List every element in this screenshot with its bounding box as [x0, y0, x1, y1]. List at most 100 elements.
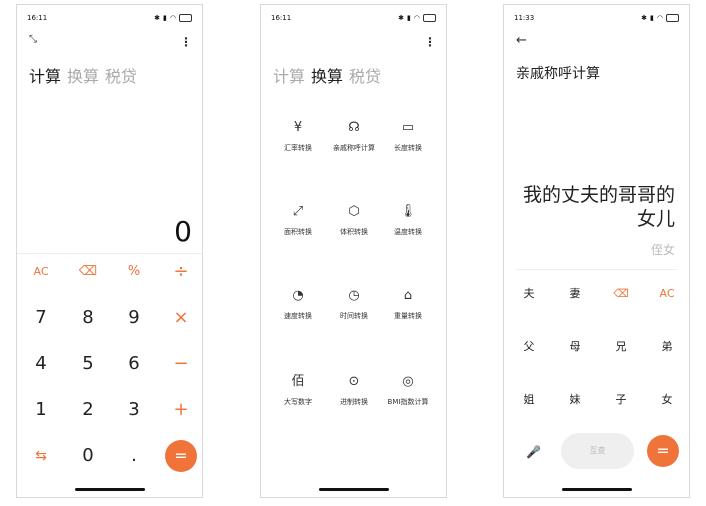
relation-result: 侄女: [650, 243, 675, 257]
expression-line-1: 我的丈夫的哥哥的: [522, 184, 675, 206]
calculator-screen: 16:11 ✱ ▮ ◠ b ⤡ ⋮ 计算 换算 税贷 0 AC ⌫ % ÷ 7 …: [16, 4, 203, 498]
wifi-icon: ◠: [656, 14, 663, 22]
converter-label: 重量转换: [394, 312, 422, 320]
weight-icon: ⌂: [403, 288, 413, 303]
scale-icon: ◎: [402, 374, 414, 389]
switch-mode-button[interactable]: ⇆: [21, 441, 61, 471]
converter-label: 面积转换: [284, 228, 312, 236]
wifi-icon: ◠: [413, 14, 420, 22]
equals-button[interactable]: =: [647, 435, 679, 467]
digit-7-button[interactable]: 7: [21, 303, 61, 333]
converter-label: 汇率转换: [284, 144, 312, 152]
page-title: 亲戚称呼计算: [516, 66, 600, 82]
time-converter[interactable]: ◷ 时间转换: [324, 287, 384, 321]
backspace-button[interactable]: ⌫: [68, 257, 108, 287]
area-converter[interactable]: ⤢ 面积转换: [268, 203, 328, 237]
mother-key[interactable]: 母: [557, 335, 593, 359]
backspace-button[interactable]: ⌫: [603, 282, 639, 306]
plus-button[interactable]: +: [161, 395, 201, 425]
cylinder-icon: ⬡: [348, 204, 360, 219]
battery-icon: b: [423, 14, 436, 22]
signal-icon: ▮: [163, 14, 167, 22]
younger-sister-key[interactable]: 妹: [557, 388, 593, 412]
status-bar: 16:11 ✱ ▮ ◠ b: [27, 14, 192, 24]
husband-key[interactable]: 夫: [511, 282, 547, 306]
base-converter[interactable]: ⊙ 进制转换: [324, 373, 384, 407]
converter-label: 大写数字: [284, 398, 312, 406]
digit-5-button[interactable]: 5: [68, 349, 108, 379]
tab-convert[interactable]: 换算: [67, 63, 99, 87]
multiply-button[interactable]: ×: [161, 303, 201, 333]
relative-calculator[interactable]: ☊ 亲戚称呼计算: [324, 119, 384, 153]
more-options-icon[interactable]: ⋮: [180, 35, 192, 49]
length-converter[interactable]: ▭ 长度转换: [378, 119, 438, 153]
digit-6-button[interactable]: 6: [114, 349, 154, 379]
father-key[interactable]: 父: [511, 335, 547, 359]
decimal-button[interactable]: .: [114, 441, 154, 471]
microphone-icon[interactable]: 🎤: [526, 445, 541, 459]
status-bar: 11:33 ✱ ▮ ◠ b: [514, 14, 679, 24]
back-arrow-icon[interactable]: ←: [516, 33, 527, 48]
converter-label: 亲戚称呼计算: [333, 144, 375, 152]
tab-convert[interactable]: 换算: [311, 63, 343, 87]
converter-label: 长度转换: [394, 144, 422, 152]
equals-button[interactable]: =: [165, 440, 197, 472]
digit-9-button[interactable]: 9: [114, 303, 154, 333]
converter-label: 体积转换: [340, 228, 368, 236]
digit-8-button[interactable]: 8: [68, 303, 108, 333]
bluetooth-icon: ✱: [154, 14, 161, 22]
converter-label: 时间转换: [340, 312, 368, 320]
minus-button[interactable]: −: [161, 349, 201, 379]
divide-button[interactable]: ÷: [161, 257, 201, 287]
thermometer-icon: 🌡: [399, 204, 417, 219]
people-icon: ☊: [348, 120, 360, 135]
daughter-key[interactable]: 女: [649, 388, 685, 412]
ruler-icon: ▭: [401, 120, 415, 135]
more-options-icon[interactable]: ⋮: [424, 35, 436, 49]
tab-bar: 计算 换算 税贷: [273, 63, 381, 87]
status-time: 16:11: [271, 14, 292, 22]
converter-label: 温度转换: [394, 228, 422, 236]
digit-0-button[interactable]: 0: [68, 441, 108, 471]
ac-button[interactable]: AC: [21, 257, 61, 287]
collapse-icon[interactable]: ⤡: [29, 34, 37, 45]
binary-icon: ⊙: [348, 374, 360, 389]
elder-brother-key[interactable]: 兄: [603, 335, 639, 359]
reciprocal-lookup-button[interactable]: 互查: [561, 433, 634, 469]
currency-converter[interactable]: ¥ 汇率转换: [268, 119, 328, 153]
tab-calculate[interactable]: 计算: [29, 63, 61, 87]
yuan-icon: ¥: [293, 120, 303, 135]
battery-icon: b: [179, 14, 192, 22]
tab-tax-loan[interactable]: 税贷: [105, 63, 137, 87]
chinese-numeral-icon: 佰: [291, 374, 305, 389]
speed-converter[interactable]: ◔ 速度转换: [268, 287, 328, 321]
tab-calculate[interactable]: 计算: [273, 63, 305, 87]
expression-line-2: 女儿: [636, 208, 675, 230]
percent-button[interactable]: %: [114, 257, 154, 287]
younger-brother-key[interactable]: 弟: [649, 335, 685, 359]
temperature-converter[interactable]: 🌡 温度转换: [378, 203, 438, 237]
weight-converter[interactable]: ⌂ 重量转换: [378, 287, 438, 321]
relative-calculator-screen: 11:33 ✱ ▮ ◠ b ← 亲戚称呼计算 我的丈夫的哥哥的 女儿 侄女 夫 …: [503, 4, 690, 498]
clock-icon: ◷: [348, 288, 360, 303]
tab-tax-loan[interactable]: 税贷: [349, 63, 381, 87]
wife-key[interactable]: 妻: [557, 282, 593, 306]
home-indicator[interactable]: [318, 488, 389, 491]
digit-2-button[interactable]: 2: [68, 395, 108, 425]
tab-bar: 计算 换算 税贷: [29, 63, 137, 87]
digit-3-button[interactable]: 3: [114, 395, 154, 425]
volume-converter[interactable]: ⬡ 体积转换: [324, 203, 384, 237]
calc-display: 0: [174, 215, 192, 248]
elder-sister-key[interactable]: 姐: [511, 388, 547, 412]
son-key[interactable]: 子: [603, 388, 639, 412]
bmi-calculator[interactable]: ◎ BMI指数计算: [378, 373, 438, 407]
home-indicator[interactable]: [74, 488, 145, 491]
ac-button[interactable]: AC: [649, 282, 685, 306]
digit-4-button[interactable]: 4: [21, 349, 61, 379]
relation-expression: 我的丈夫的哥哥的 女儿: [510, 183, 675, 231]
status-icons: ✱ ▮ ◠ b: [641, 14, 679, 22]
home-indicator[interactable]: [561, 488, 632, 491]
uppercase-number-converter[interactable]: 佰 大写数字: [268, 373, 328, 407]
wifi-icon: ◠: [169, 14, 176, 22]
digit-1-button[interactable]: 1: [21, 395, 61, 425]
